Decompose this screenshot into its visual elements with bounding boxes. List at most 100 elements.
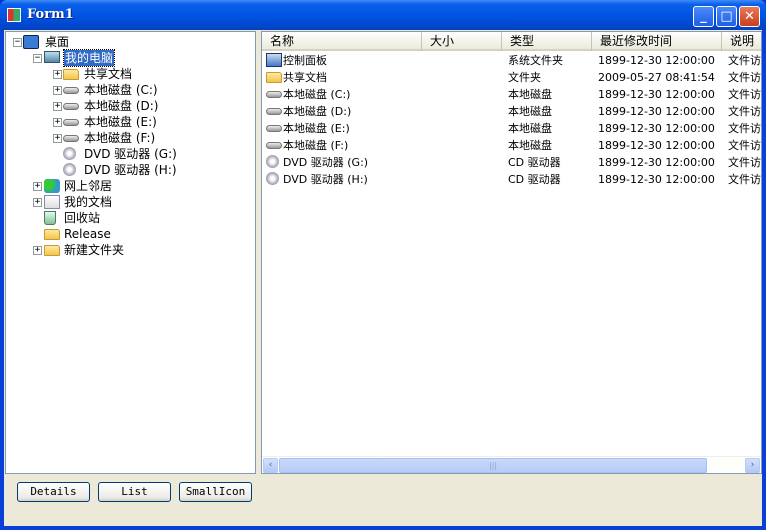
dvd-drive-icon	[266, 155, 279, 168]
tree-node[interactable]: + 本地磁盘 (F:)	[6, 130, 255, 146]
tree-node-label: 我的电脑	[62, 49, 116, 67]
tree-node[interactable]: + 新建文件夹	[6, 242, 255, 258]
tree-node-label: DVD 驱动器 (G:)	[84, 147, 177, 161]
list-row[interactable]: DVD 驱动器 (G:) CD 驱动器 1899-12-30 12:00:00 文件访	[262, 154, 761, 171]
expand-icon[interactable]: +	[33, 246, 42, 255]
tree-node[interactable]: Release	[6, 226, 255, 242]
documents-icon	[44, 195, 60, 209]
list-cell-desc: 文件访	[728, 54, 761, 67]
disk-icon	[266, 108, 282, 115]
minimize-button[interactable]: _	[693, 6, 714, 27]
list-row[interactable]: 本地磁盘 (E:) 本地磁盘 1899-12-30 12:00:00 文件访	[262, 120, 761, 137]
tree-node[interactable]: + 本地磁盘 (E:)	[6, 114, 255, 130]
app-icon	[7, 8, 21, 22]
tree-node[interactable]: + 本地磁盘 (D:)	[6, 98, 255, 114]
title-bar[interactable]: Form1 _ □ ✕	[0, 0, 766, 30]
disk-icon	[266, 91, 282, 98]
expand-icon[interactable]: +	[53, 134, 62, 143]
tree-node[interactable]: − 我的电脑	[6, 49, 255, 67]
list-cell-name: 共享文档	[283, 71, 327, 84]
tree-node[interactable]: + 我的文档	[6, 194, 255, 210]
collapse-icon[interactable]: −	[13, 38, 22, 47]
expand-icon[interactable]: +	[53, 86, 62, 95]
list-row[interactable]: 本地磁盘 (D:) 本地磁盘 1899-12-30 12:00:00 文件访	[262, 103, 761, 120]
scroll-thumb[interactable]: |||	[279, 458, 707, 473]
tree-node-label: 共享文档	[84, 67, 133, 81]
tree-node[interactable]: DVD 驱动器 (H:)	[6, 162, 255, 178]
list-cell-name: DVD 驱动器 (H:)	[283, 173, 368, 186]
folder-icon	[44, 245, 60, 256]
list-row[interactable]: 控制面板 系统文件夹 1899-12-30 12:00:00 文件访	[262, 52, 761, 69]
list-cell-type: 系统文件夹	[508, 54, 563, 67]
list-cell-type: 文件夹	[508, 71, 541, 84]
list-cell-type: CD 驱动器	[508, 156, 561, 169]
smallicon-button[interactable]: SmallIcon	[179, 482, 252, 502]
disk-icon	[63, 87, 79, 94]
list-button[interactable]: List	[98, 482, 171, 502]
tree-node[interactable]: 回收站	[6, 210, 255, 226]
list-cell-type: CD 驱动器	[508, 173, 561, 186]
column-header[interactable]: 最近修改时间	[592, 32, 722, 51]
folder-icon	[63, 69, 79, 80]
disk-icon	[63, 119, 79, 126]
disk-icon	[266, 142, 282, 149]
dvd-drive-icon	[266, 172, 279, 185]
list-cell-name: DVD 驱动器 (G:)	[283, 156, 369, 169]
tree-node-label: 本地磁盘 (F:)	[84, 131, 156, 145]
tree-node-label: 我的文档	[64, 195, 113, 209]
list-cell-name: 本地磁盘 (C:)	[283, 88, 351, 101]
dvd-drive-icon	[63, 163, 76, 176]
client-area: − 桌面 − 我的电脑 + 共享文档 + 本地磁盘 (C:) + 本地磁盘 (D:) + 本地磁盘 (…	[4, 30, 762, 526]
tree-node-label: Release	[64, 227, 111, 241]
list-row[interactable]: DVD 驱动器 (H:) CD 驱动器 1899-12-30 12:00:00 文件访	[262, 171, 761, 188]
column-header[interactable]: 说明	[722, 32, 761, 51]
list-cell-modified: 1899-12-30 12:00:00	[598, 139, 715, 152]
scroll-right-button[interactable]: ›	[745, 458, 760, 473]
tree-node-label: 本地磁盘 (C:)	[84, 83, 158, 97]
list-row[interactable]: 本地磁盘 (C:) 本地磁盘 1899-12-30 12:00:00 文件访	[262, 86, 761, 103]
expand-icon[interactable]: +	[33, 198, 42, 207]
column-header[interactable]: 名称	[262, 32, 422, 51]
details-button[interactable]: Details	[17, 482, 90, 502]
column-header[interactable]: 类型	[502, 32, 592, 51]
file-list-view[interactable]: 名称 大小 类型 最近修改时间 说明 ‹ ||| › 控制面板 系统文件夹 1899-12-…	[261, 31, 762, 474]
expand-icon[interactable]: +	[53, 118, 62, 127]
list-cell-type: 本地磁盘	[508, 122, 552, 135]
list-cell-name: 本地磁盘 (D:)	[283, 105, 352, 118]
list-cell-desc: 文件访	[728, 105, 761, 118]
list-cell-name: 控制面板	[283, 54, 327, 67]
form1-window: Form1 _ □ ✕ − 桌面 − 我的电脑 + 共享文档 + 本地磁盘 (C:) + 本地磁盘…	[0, 0, 766, 530]
list-cell-desc: 文件访	[728, 122, 761, 135]
list-row[interactable]: 本地磁盘 (F:) 本地磁盘 1899-12-30 12:00:00 文件访	[262, 137, 761, 154]
maximize-button[interactable]: □	[716, 6, 737, 27]
tree-node[interactable]: + 共享文档	[6, 66, 255, 82]
desktop-icon	[23, 35, 39, 49]
list-cell-desc: 文件访	[728, 173, 761, 186]
tree-node[interactable]: + 网上邻居	[6, 178, 255, 194]
window-title: Form1	[27, 7, 74, 22]
folder-tree-view[interactable]: − 桌面 − 我的电脑 + 共享文档 + 本地磁盘 (C:) + 本地磁盘 (D:) + 本地磁盘 (…	[5, 31, 256, 474]
tree-node[interactable]: + 本地磁盘 (C:)	[6, 82, 255, 98]
expand-icon[interactable]: +	[53, 102, 62, 111]
list-cell-modified: 1899-12-30 12:00:00	[598, 54, 715, 67]
tree-node[interactable]: − 桌面	[6, 34, 255, 50]
tree-node-label: 网上邻居	[64, 179, 113, 193]
expand-icon[interactable]: +	[53, 70, 62, 79]
control-panel-icon	[266, 53, 282, 67]
expand-icon[interactable]: +	[33, 182, 42, 191]
close-button[interactable]: ✕	[739, 6, 760, 27]
recycle-bin-icon	[44, 211, 56, 225]
tree-node-label: 本地磁盘 (D:)	[84, 99, 159, 113]
tree-node-label: 新建文件夹	[64, 243, 125, 257]
tree-node-label: 本地磁盘 (E:)	[84, 115, 157, 129]
collapse-icon[interactable]: −	[33, 54, 42, 63]
horizontal-scrollbar[interactable]: ‹ ||| ›	[262, 456, 761, 473]
list-cell-desc: 文件访	[728, 71, 761, 84]
scroll-left-button[interactable]: ‹	[263, 458, 278, 473]
disk-icon	[63, 103, 79, 110]
list-cell-name: 本地磁盘 (F:)	[283, 139, 349, 152]
list-cell-type: 本地磁盘	[508, 139, 552, 152]
list-row[interactable]: 共享文档 文件夹 2009-05-27 08:41:54 文件访	[262, 69, 761, 86]
tree-node[interactable]: DVD 驱动器 (G:)	[6, 146, 255, 162]
column-header[interactable]: 大小	[422, 32, 502, 51]
